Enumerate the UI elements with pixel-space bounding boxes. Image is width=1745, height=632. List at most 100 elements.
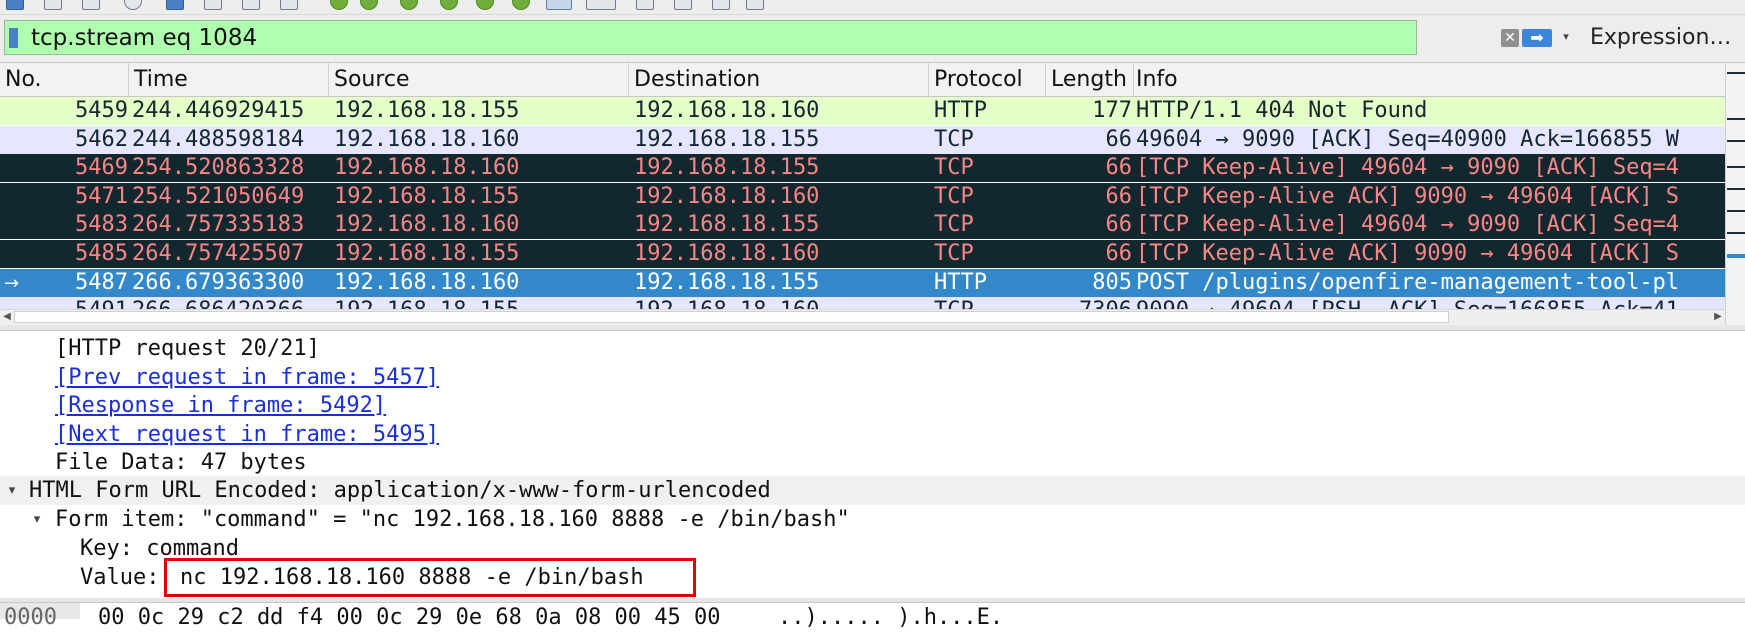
cell-info: [TCP Keep-Alive ACK] 9090 → 49604 [ACK] …	[1136, 241, 1680, 266]
cell-length: 66	[1105, 212, 1133, 238]
cell-no: 5491	[0, 297, 128, 309]
cell-length: 66	[1105, 183, 1133, 209]
detail-form-value-label[interactable]: Value:	[80, 563, 159, 592]
go-last-icon[interactable]	[476, 0, 494, 10]
minimap-mark	[1727, 140, 1745, 142]
scroll-left-icon[interactable]: ◀	[0, 309, 14, 325]
go-next-icon[interactable]	[400, 0, 418, 10]
colorize-icon[interactable]	[546, 0, 572, 10]
packet-row[interactable]: 5462 244.488598184 192.168.18.160 192.168.1…	[0, 125, 1725, 154]
display-filter-text[interactable]: tcp.stream eq 1084	[31, 21, 257, 55]
detail-response-link[interactable]: [Response in frame: 5492]	[55, 391, 386, 420]
cell-source: 192.168.18.160	[334, 212, 520, 238]
packet-row[interactable]: 5483 264.757335183 192.168.18.160 192.168.1…	[0, 211, 1725, 240]
cell-time: 244.488598184	[132, 126, 305, 152]
minimap-mark	[1727, 72, 1745, 74]
cell-source: 192.168.18.155	[334, 297, 628, 309]
cell-protocol: TCP	[934, 155, 974, 181]
go-to-icon[interactable]	[440, 0, 458, 10]
packet-row[interactable]: 5485 264.757425507 192.168.18.155 192.168.1…	[0, 240, 1725, 268]
selected-row-marker-icon: →	[4, 273, 20, 294]
cell-length: 805	[1092, 269, 1132, 295]
go-first-icon[interactable]	[330, 0, 348, 10]
cell-length: 177	[1092, 98, 1132, 123]
cell-length: 66	[1105, 155, 1133, 181]
cell-length: 7306	[1046, 297, 1132, 309]
cell-destination: 192.168.18.155	[634, 212, 820, 238]
cell-protocol: TCP	[934, 297, 1044, 309]
file-close-icon[interactable]	[82, 0, 100, 10]
expression-button[interactable]: Expression…	[1590, 21, 1731, 55]
reload-icon[interactable]	[124, 0, 142, 10]
detail-html-form-encoded[interactable]: HTML Form URL Encoded: application/x-www…	[29, 476, 771, 505]
go-forward-icon[interactable]	[242, 0, 260, 10]
packet-row[interactable]: 5469 254.520863328 192.168.18.160 192.168.1…	[0, 154, 1725, 183]
detail-file-data[interactable]: File Data: 47 bytes	[55, 448, 307, 477]
minimap-mark	[1727, 118, 1745, 120]
apply-filter-icon[interactable]: ➡	[1522, 29, 1552, 47]
column-header-length[interactable]: Length	[1046, 63, 1134, 96]
detail-form-item[interactable]: Form item: "command" = "nc 192.168.18.16…	[55, 505, 850, 534]
cell-protocol: TCP	[934, 212, 974, 238]
file-save-icon[interactable]	[44, 0, 62, 10]
detail-next-request-link[interactable]: [Next request in frame: 5495]	[55, 420, 439, 449]
cell-no: 5469	[75, 155, 128, 181]
cell-destination: 192.168.18.160	[634, 297, 928, 309]
column-header-info[interactable]: Info	[1131, 63, 1725, 96]
column-header-source[interactable]: Source	[329, 63, 629, 96]
column-header-no[interactable]: No.	[0, 63, 129, 96]
bookmark-icon[interactable]	[9, 28, 18, 48]
column-header-destination[interactable]: Destination	[629, 63, 929, 96]
packet-row-selected[interactable]: 5487 266.679363300 192.168.18.160 192.168.1…	[0, 268, 1725, 297]
detail-http-request-count[interactable]: [HTTP request 20/21]	[55, 334, 320, 363]
cell-protocol: HTTP	[934, 269, 987, 295]
go-back-icon[interactable]	[204, 0, 222, 10]
cell-no: 5483	[75, 212, 128, 238]
collapse-icon[interactable]: ▾	[29, 505, 45, 534]
bytes-ascii[interactable]: ..)..... ).h...E.	[778, 603, 1003, 632]
filter-dropdown-icon[interactable]: ▾	[1560, 27, 1572, 47]
cell-source: 192.168.18.155	[334, 241, 520, 266]
cell-length: 66	[1105, 241, 1133, 266]
minimap-mark	[1727, 210, 1745, 212]
packet-row[interactable]: 5459 244.446929415 192.168.18.155 192.168.1…	[0, 97, 1725, 125]
clear-filter-icon[interactable]: ✕	[1501, 29, 1519, 47]
packet-minimap-scrollbar[interactable]	[1725, 63, 1745, 325]
bytes-offset: 0000	[4, 605, 57, 630]
go-previous-icon[interactable]	[360, 0, 378, 10]
minimap-mark	[1727, 188, 1745, 190]
column-header-time[interactable]: Time	[129, 63, 329, 96]
scroll-right-icon[interactable]: ▶	[1711, 309, 1725, 325]
main-toolbar	[0, 0, 1745, 15]
packet-row[interactable]: 5471 254.521050649 192.168.18.155 192.168.1…	[0, 182, 1725, 211]
file-open-icon[interactable]	[6, 0, 24, 10]
go-to-packet-icon[interactable]	[280, 0, 298, 10]
find-packet-icon[interactable]	[166, 0, 184, 10]
cell-protocol: TCP	[934, 241, 974, 266]
zoom-out-icon[interactable]	[674, 0, 692, 10]
column-header-protocol[interactable]: Protocol	[929, 63, 1046, 96]
cell-time: 264.757335183	[132, 212, 305, 238]
bytes-hex[interactable]: 00 0c 29 c2 dd f4 00 0c 29 0e 68 0a 08 0…	[98, 603, 721, 632]
detail-prev-request-link[interactable]: [Prev request in frame: 5457]	[55, 363, 439, 392]
cell-protocol: TCP	[934, 126, 974, 152]
cell-time: 254.521050649	[132, 183, 305, 209]
auto-scroll-icon[interactable]	[512, 0, 530, 10]
cell-destination: 192.168.18.160	[634, 183, 820, 209]
zoom-in-icon[interactable]	[636, 0, 654, 10]
normal-size-icon[interactable]	[712, 0, 730, 10]
expand-subtrees-icon[interactable]	[746, 0, 764, 10]
collapse-icon[interactable]: ▾	[4, 476, 20, 505]
hscroll-thumb[interactable]	[14, 311, 1449, 323]
cell-source: 192.168.18.160	[334, 269, 520, 295]
cell-no: 5459	[75, 98, 128, 123]
resize-columns-icon[interactable]	[586, 0, 616, 10]
minimap-selected-mark	[1727, 254, 1745, 258]
packet-row[interactable]: 5491 266.686420366 192.168.18.155 192.168.1…	[0, 297, 1725, 310]
minimap-mark	[1727, 166, 1745, 168]
cell-no: 5471	[75, 183, 128, 209]
cell-info: [TCP Keep-Alive] 49604 → 9090 [ACK] Seq=…	[1136, 212, 1680, 238]
cell-no: 5485	[75, 241, 128, 266]
cell-destination: 192.168.18.155	[634, 269, 820, 295]
cell-time: 264.757425507	[132, 241, 305, 266]
